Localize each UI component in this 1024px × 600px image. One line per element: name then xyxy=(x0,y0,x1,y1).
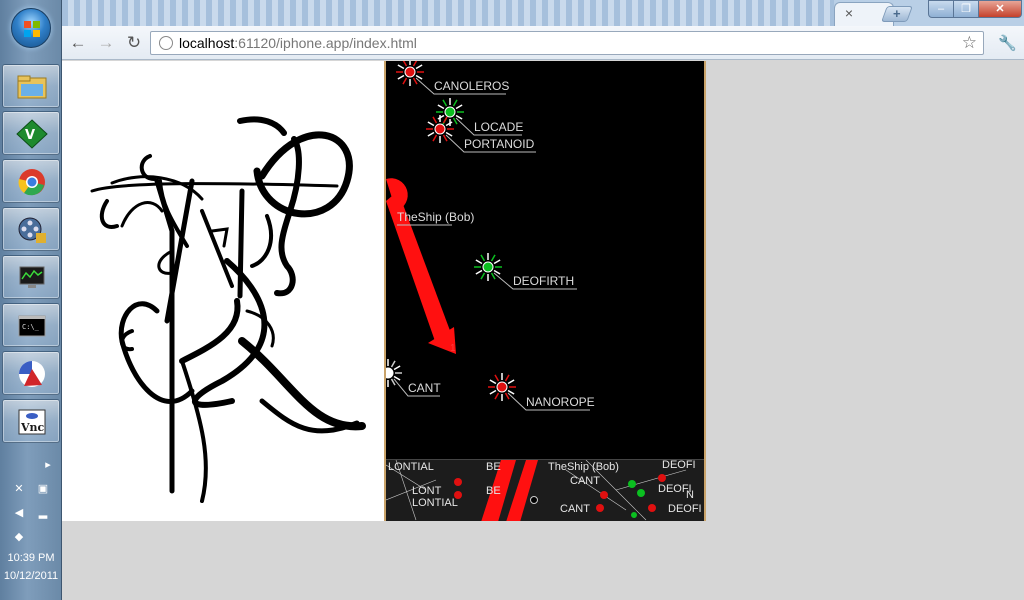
svg-text:Vnc: Vnc xyxy=(20,421,45,434)
star-label: PORTANOID xyxy=(464,137,535,151)
address-bar[interactable]: localhost:61120/iphone.app/index.html ☆ xyxy=(150,31,984,55)
star-icon xyxy=(404,66,416,78)
start-button[interactable] xyxy=(11,8,51,48)
star-label: DEOFIRTH xyxy=(513,274,574,288)
star-icon xyxy=(386,367,394,379)
taskbar-item-vim[interactable]: V xyxy=(2,111,60,155)
browser-toolbar: ← → ↻ localhost:61120/iphone.app/index.h… xyxy=(62,26,1024,60)
svg-text:C:\_: C:\_ xyxy=(22,323,40,331)
star-system[interactable]: CANT xyxy=(386,359,441,397)
vim-icon: V xyxy=(16,119,48,149)
windows-logo-icon xyxy=(24,21,40,37)
minimap-label: LONT xyxy=(412,485,442,497)
tab-close-icon[interactable]: × xyxy=(841,5,857,21)
ship-number: 1 xyxy=(450,343,456,354)
film-reel-icon xyxy=(18,217,46,243)
url-host: localhost xyxy=(179,35,235,51)
glyph-image xyxy=(62,61,384,521)
new-tab-button[interactable]: + xyxy=(881,6,913,22)
plus-icon: + xyxy=(893,6,901,21)
url-text[interactable]: localhost:61120/iphone.app/index.html xyxy=(179,35,417,51)
tab-background xyxy=(62,0,834,26)
reload-icon[interactable]: ↻ xyxy=(124,33,144,53)
network-warning-icon[interactable]: ✕ xyxy=(12,482,26,496)
chrome-icon xyxy=(18,169,45,196)
minimap-label: DEOFI xyxy=(668,503,702,515)
taskbar-item-racket[interactable] xyxy=(2,351,60,395)
wrench-icon[interactable]: 🔧 xyxy=(998,34,1017,52)
star-system[interactable]: CANOLEROS xyxy=(396,61,509,95)
minimap-label: BE xyxy=(486,461,501,473)
minimize-button[interactable]: – xyxy=(928,0,954,18)
chevron-right-icon[interactable]: ▸ xyxy=(41,458,55,472)
star-icon xyxy=(482,261,494,273)
taskbar-item-vnc[interactable]: Vnc xyxy=(2,399,60,443)
clock-date[interactable]: 10/12/2011 xyxy=(0,570,62,582)
taskbar-item-explorer[interactable] xyxy=(2,64,60,108)
star-system[interactable]: DEOFIRTH xyxy=(474,253,577,290)
close-window-button[interactable]: ✕ xyxy=(978,0,1022,18)
taskbar-item-network[interactable] xyxy=(2,255,60,299)
minimap-canvas: LONTIAL BE TheShip (Bob) DEOFI CANT LONT BE DEO… xyxy=(386,460,702,521)
speaker-icon[interactable]: ◀ xyxy=(12,506,26,520)
svg-text:V: V xyxy=(25,128,35,143)
page-globe-icon xyxy=(159,36,173,50)
back-arrow-icon[interactable]: ← xyxy=(68,33,88,53)
tab-strip: × + – ❐ ✕ xyxy=(62,0,1024,26)
signal-icon[interactable]: ▂ xyxy=(36,506,50,520)
page-viewport: 1 TheShip (Bob) CANOLEROS LOCADE PORTANOID… xyxy=(62,61,1024,600)
terminal-icon: C:\_ xyxy=(18,315,46,337)
star-system[interactable]: NANOROPE xyxy=(488,373,595,411)
calligraphy-glyph-icon xyxy=(90,116,366,503)
taskbar: V C:\_ Vnc ▸ ✕ ▣ ◀ ▂ ◆ 10:39 PM 10/12/20… xyxy=(0,0,62,600)
minimap[interactable]: LONTIAL BE TheShip (Bob) DEOFI CANT LONT BE DEO… xyxy=(386,459,704,521)
game-canvas[interactable]: 1 TheShip (Bob) CANOLEROS LOCADE PORTANOID… xyxy=(384,61,706,521)
vnc-icon: Vnc xyxy=(18,409,46,435)
maximize-button[interactable]: ❐ xyxy=(953,0,979,18)
ship-owner: (Bob) xyxy=(445,210,474,224)
network-monitor-icon xyxy=(19,266,45,288)
minimap-label: LONTIAL xyxy=(388,461,434,473)
clipboard-icon[interactable]: ▣ xyxy=(36,482,50,496)
minimap-label: CANT xyxy=(570,475,600,487)
minimap-label: CANT xyxy=(560,503,590,515)
minimap-label: DEOFI xyxy=(662,460,696,471)
forward-arrow-icon[interactable]: → xyxy=(96,33,116,53)
ship-name: TheShip xyxy=(397,210,442,224)
browser-window: × + – ❐ ✕ ← → ↻ localhost:61120/iphone.a… xyxy=(62,0,1024,600)
taskbar-item-cmd[interactable]: C:\_ xyxy=(2,303,60,347)
shield-icon[interactable]: ◆ xyxy=(12,530,26,544)
star-icon xyxy=(444,106,456,118)
clock-time[interactable]: 10:39 PM xyxy=(0,552,62,564)
minimap-label: N xyxy=(686,489,694,501)
star-icon xyxy=(434,123,446,135)
star-label: CANOLEROS xyxy=(434,79,509,93)
bookmark-star-icon[interactable]: ☆ xyxy=(962,33,977,53)
url-path: :61120/iphone.app/index.html xyxy=(234,35,417,51)
star-icon xyxy=(496,381,508,393)
star-label: CANT xyxy=(408,381,441,395)
minimap-label: LONTIAL xyxy=(412,497,458,509)
folder-icon xyxy=(17,75,47,99)
minimap-label: BE xyxy=(486,485,501,497)
star-label: NANOROPE xyxy=(526,395,595,409)
minimap-label: TheShip (Bob) xyxy=(548,461,619,473)
ship-label[interactable]: TheShip (Bob) xyxy=(397,210,474,224)
taskbar-item-media[interactable] xyxy=(2,207,60,251)
star-label: LOCADE xyxy=(474,120,523,134)
racket-icon xyxy=(19,361,45,387)
star-map[interactable]: 1 TheShip (Bob) CANOLEROS LOCADE PORTANOID… xyxy=(386,61,704,521)
taskbar-item-chrome[interactable] xyxy=(2,159,60,203)
